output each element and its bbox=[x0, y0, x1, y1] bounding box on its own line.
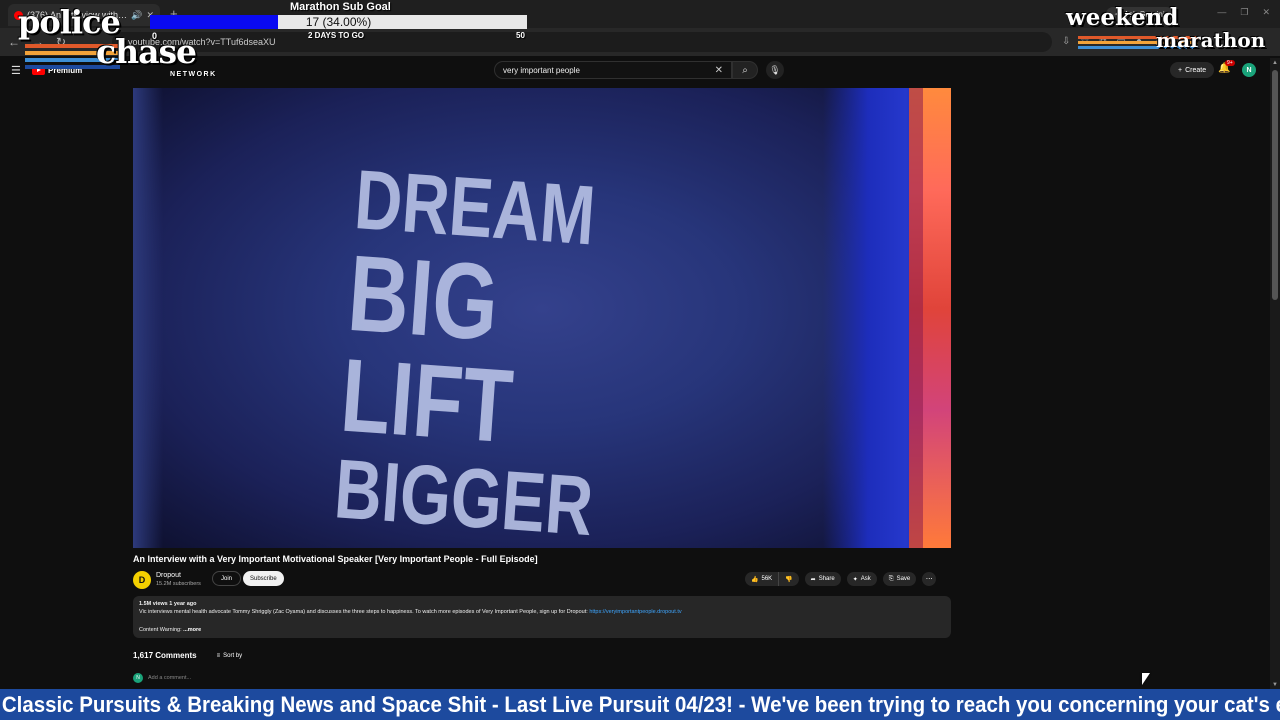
bookmark-icon: ⎘ bbox=[888, 575, 894, 582]
channel-info: D Dropout 15.2M subscribers bbox=[133, 569, 201, 591]
scroll-down-icon[interactable]: ▼ bbox=[1272, 682, 1278, 688]
logo-chase-text: chase bbox=[96, 32, 197, 71]
scroll-up-icon[interactable]: ▲ bbox=[1272, 60, 1278, 66]
comment-count: 1,617 Comments bbox=[133, 651, 197, 660]
sub-goal-value: 17 (34.00%) bbox=[305, 15, 372, 29]
commenter-avatar: N bbox=[133, 673, 143, 683]
thumbs-up-icon: 👍 bbox=[751, 576, 759, 583]
video-shirt-print: DREAM BIG LIFT BIGGER bbox=[331, 152, 689, 548]
share-label: Share bbox=[818, 576, 835, 582]
sub-goal-progress-bar: 17 (34.00%) bbox=[150, 15, 527, 29]
description-text: Vic interviews mental health advocate To… bbox=[139, 609, 590, 615]
channel-name[interactable]: Dropout bbox=[156, 571, 201, 580]
video-description[interactable]: 1.5M views 1 year ago Vic interviews men… bbox=[133, 596, 951, 638]
thumbs-down-icon: 👎 bbox=[785, 576, 793, 583]
sort-by-button[interactable]: ≡ Sort by bbox=[217, 653, 243, 659]
share-button[interactable]: ➦ Share bbox=[804, 572, 841, 586]
mouse-cursor-icon bbox=[1142, 673, 1150, 685]
sub-goal-max: 50 bbox=[516, 31, 525, 40]
sub-goal-title: Marathon Sub Goal bbox=[290, 1, 391, 13]
description-link[interactable]: https://veryimportantpeople.dropout.tv bbox=[589, 609, 681, 615]
save-label: Save bbox=[896, 576, 911, 582]
search-button[interactable]: ⌕ bbox=[732, 61, 758, 79]
more-actions-button[interactable]: ⋯ bbox=[922, 572, 937, 586]
avatar[interactable]: N bbox=[1242, 63, 1256, 77]
search-box: ✕ bbox=[494, 61, 732, 79]
ask-label: Ask bbox=[860, 576, 871, 582]
channel-avatar[interactable]: D bbox=[133, 571, 151, 589]
subscriber-count: 15.2M subscribers bbox=[156, 581, 201, 587]
address-bar[interactable]: youtube.com/watch?v=TTuf6dseaXU bbox=[112, 32, 1052, 52]
content-warning: Content Warning: bbox=[139, 627, 182, 633]
join-button[interactable]: Join bbox=[212, 571, 242, 586]
search-icon: ⌕ bbox=[742, 64, 748, 76]
weekend-marathon-logo: weekend marathon bbox=[1064, 4, 1278, 56]
like-count: 56K bbox=[761, 576, 773, 582]
video-background-light bbox=[909, 88, 951, 548]
subscribe-button[interactable]: Subscribe bbox=[243, 571, 284, 586]
more-horizontal-icon: ⋯ bbox=[925, 576, 933, 583]
page-scrollbar[interactable]: ▲ ▼ bbox=[1270, 58, 1280, 690]
ask-button[interactable]: ✦ Ask bbox=[846, 572, 877, 586]
add-comment[interactable]: N Add a comment... bbox=[133, 673, 191, 683]
sub-goal-min: 0 bbox=[152, 31, 158, 41]
voice-search-button[interactable]: 🎙 bbox=[766, 61, 784, 79]
sort-label: Sort by bbox=[223, 652, 243, 659]
view-stats: 1.5M views 1 year ago bbox=[139, 601, 197, 607]
video-player[interactable]: DREAM BIG LIFT BIGGER bbox=[133, 88, 951, 548]
clear-search-icon[interactable]: ✕ bbox=[715, 65, 723, 76]
ticker-text: Classic Pursuits & Breaking News and Spa… bbox=[1, 692, 1280, 717]
news-ticker: Classic Pursuits & Breaking News and Spa… bbox=[0, 689, 1280, 720]
show-more-link[interactable]: ...more bbox=[183, 627, 201, 633]
create-button[interactable]: + Create bbox=[1170, 62, 1215, 78]
like-button[interactable]: 👍 56K bbox=[745, 572, 780, 586]
save-button[interactable]: ⎘ Save bbox=[882, 572, 917, 586]
search-input[interactable] bbox=[503, 65, 715, 75]
video-actions: 👍 56K 👎 ➦ Share ✦ Ask ⎘ Save ⋯ bbox=[745, 572, 937, 586]
video-frame-edge bbox=[133, 88, 163, 548]
comment-input[interactable]: Add a comment... bbox=[148, 675, 191, 681]
sparkle-icon: ✦ bbox=[852, 576, 858, 583]
share-arrow-icon: ➦ bbox=[810, 576, 816, 583]
comments-header: 1,617 Comments ≡ Sort by bbox=[133, 651, 242, 660]
plus-icon: + bbox=[1178, 66, 1183, 74]
notifications-button[interactable]: 🔔 9+ bbox=[1218, 60, 1235, 74]
logo-network-text: NETWORK bbox=[170, 71, 217, 78]
marathon-text: marathon bbox=[1156, 28, 1266, 52]
scrollbar-thumb[interactable] bbox=[1272, 70, 1278, 300]
sub-goal-days: 2 DAYS TO GO bbox=[308, 31, 365, 40]
description-footer: Content Warning: ...more bbox=[139, 626, 945, 634]
sort-icon: ≡ bbox=[216, 652, 221, 659]
video-title: An Interview with a Very Important Motiv… bbox=[133, 554, 538, 564]
shirt-word-4: BIGGER bbox=[331, 441, 597, 548]
description-body: Vic interviews mental health advocate To… bbox=[139, 608, 945, 616]
dislike-button[interactable]: 👎 bbox=[779, 572, 799, 586]
create-label: Create bbox=[1185, 66, 1207, 74]
microphone-icon: 🎙 bbox=[769, 64, 781, 75]
notification-badge: 9+ bbox=[1225, 60, 1235, 66]
